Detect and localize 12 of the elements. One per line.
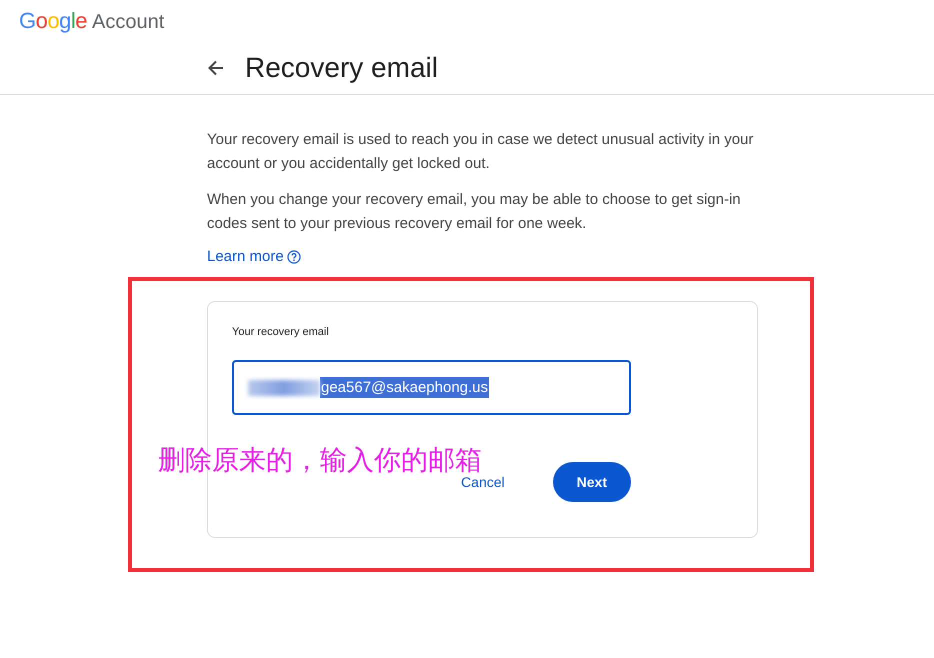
google-logo[interactable]: Google [19, 8, 88, 34]
field-label: Your recovery email [232, 326, 330, 338]
description-text: When you change your recovery email, you may be able to choose to get sign-in codes sent to your previous recovery email for one week. [207, 190, 742, 234]
email-input-field[interactable]: gea567@sakaephong.us [232, 360, 631, 415]
annotation-text: 删除原来的，输入你的邮箱 [158, 444, 482, 476]
description-text: Your recovery email is used to reach you in case we detect unusual activity in your account or you accidentally get locked out. [207, 130, 754, 174]
back-arrow-icon[interactable] [207, 59, 225, 77]
page-title: Recovery email [245, 52, 438, 84]
help-icon [286, 250, 301, 264]
learn-more-link[interactable]: Learn more [207, 248, 301, 265]
next-button[interactable]: Next [552, 462, 631, 502]
product-name: Account [92, 11, 164, 34]
